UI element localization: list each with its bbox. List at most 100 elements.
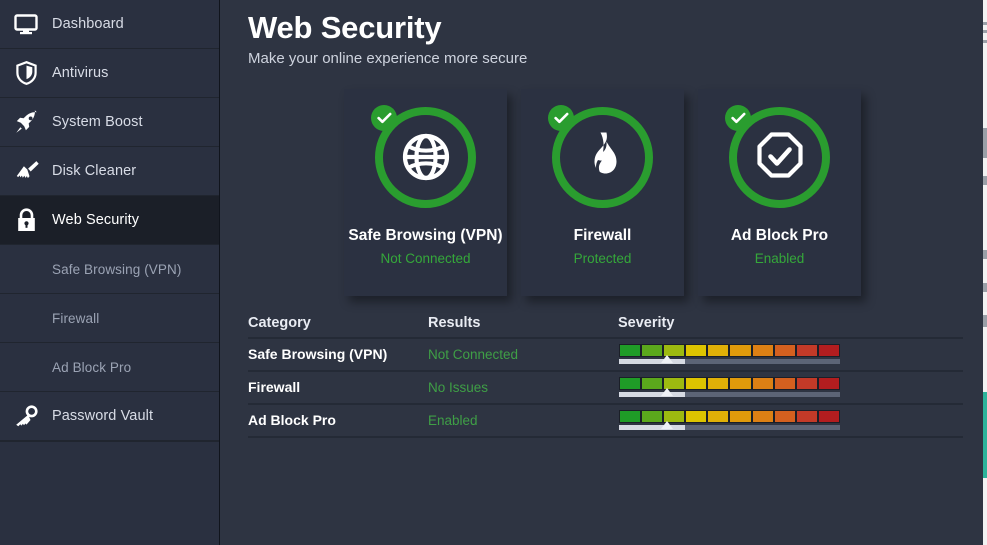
edge-tick <box>983 22 987 25</box>
card-status: Protected <box>573 251 632 267</box>
severity-slider-track[interactable] <box>619 355 840 365</box>
severity-segment <box>796 411 817 423</box>
table-row[interactable]: Safe Browsing (VPN) Not Connected <box>248 339 963 372</box>
severity-segments <box>619 410 840 424</box>
severity-segment <box>730 345 751 357</box>
check-icon <box>371 104 397 131</box>
status-ring <box>548 104 653 208</box>
sidebar-item-label: Disk Cleaner <box>52 163 137 179</box>
severity-slider-track[interactable] <box>619 388 840 398</box>
sidebar-item-label: System Boost <box>52 114 143 130</box>
sidebar-item-dashboard[interactable]: Dashboard <box>0 0 219 49</box>
sidebar-item-label: Web Security <box>52 212 140 228</box>
cell-severity <box>618 377 963 398</box>
card-status: Not Connected <box>380 251 471 267</box>
check-icon <box>548 104 574 131</box>
sidebar-item-label: Dashboard <box>52 16 124 32</box>
background-window-edge <box>983 0 987 545</box>
severity-slider-fill <box>619 425 686 431</box>
sidebar-item-safe-browsing-vpn[interactable]: Safe Browsing (VPN) <box>0 245 219 294</box>
severity-segment <box>708 411 729 423</box>
shield-icon <box>0 61 52 85</box>
table-row[interactable]: Ad Block Pro Enabled <box>248 405 963 438</box>
cell-category: Ad Block Pro <box>248 412 336 429</box>
cell-result: No Issues <box>428 379 489 395</box>
edge-tick <box>983 283 987 292</box>
table-body: Safe Browsing (VPN) Not Connected Firewall… <box>248 339 963 438</box>
severity-segment <box>796 345 817 357</box>
severity-segment <box>752 345 773 357</box>
sidebar-item-label: Password Vault <box>52 408 154 424</box>
sidebar-item-antivirus[interactable]: Antivirus <box>0 49 219 98</box>
page-subtitle: Make your online experience more secure <box>248 49 528 67</box>
sidebar-navigation: Dashboard Antivirus System Boost Disk Cl… <box>0 0 220 545</box>
severity-segment <box>686 378 707 390</box>
severity-segment <box>686 411 707 423</box>
sidebar-item-label: Antivirus <box>52 65 109 81</box>
status-card-firewall[interactable]: Firewall Protected <box>521 88 684 296</box>
rocket-icon <box>0 109 52 135</box>
severity-segment <box>774 378 795 390</box>
severity-segments <box>619 377 840 391</box>
card-title: Safe Browsing (VPN) <box>348 226 503 244</box>
sidebar-empty-space <box>0 441 219 545</box>
severity-meter[interactable] <box>619 377 840 398</box>
table-row[interactable]: Firewall No Issues <box>248 372 963 405</box>
sidebar-item-system-boost[interactable]: System Boost <box>0 98 219 147</box>
sidebar-item-label: Ad Block Pro <box>52 359 132 375</box>
severity-segment <box>686 345 707 357</box>
severity-segment <box>774 345 795 357</box>
severity-segment <box>730 378 751 390</box>
severity-segment <box>730 411 751 423</box>
cell-severity <box>618 344 963 365</box>
severity-slider-fill <box>619 392 686 398</box>
card-title: Firewall <box>573 226 632 244</box>
edge-tick <box>983 30 987 33</box>
cell-severity <box>618 410 963 431</box>
sidebar-item-disk-cleaner[interactable]: Disk Cleaner <box>0 147 219 196</box>
severity-segment <box>620 345 641 357</box>
severity-segment <box>818 345 839 357</box>
severity-slider-knob[interactable] <box>660 421 673 430</box>
severity-slider-knob[interactable] <box>660 388 673 397</box>
key-icon <box>0 405 52 427</box>
status-card-ad-block-pro[interactable]: Ad Block Pro Enabled <box>698 88 861 296</box>
monitor-icon <box>0 13 52 35</box>
edge-tick <box>983 40 987 43</box>
severity-segment <box>752 378 773 390</box>
severity-slider-track[interactable] <box>619 421 840 431</box>
severity-segment <box>796 378 817 390</box>
sidebar-item-password-vault[interactable]: Password Vault <box>0 392 219 441</box>
severity-slider-knob[interactable] <box>660 355 673 364</box>
severity-segment <box>642 411 663 423</box>
severity-segment <box>774 411 795 423</box>
sidebar-item-ad-block-pro[interactable]: Ad Block Pro <box>0 343 219 392</box>
application-window: Dashboard Antivirus System Boost Disk Cl… <box>0 0 983 545</box>
sidebar-item-web-security[interactable]: Web Security <box>0 196 219 245</box>
severity-segment <box>752 411 773 423</box>
severity-segment <box>708 345 729 357</box>
cell-result: Enabled <box>428 412 478 428</box>
edge-scroll-thumb[interactable] <box>983 128 987 158</box>
cell-result: Not Connected <box>428 346 519 362</box>
severity-segment <box>818 378 839 390</box>
severity-segments <box>619 344 840 358</box>
status-card-group: Safe Browsing (VPN) Not Connected Firewa… <box>344 88 959 296</box>
edge-tick <box>983 315 987 327</box>
status-ring <box>725 104 830 208</box>
table-header-row: Category Results Severity <box>248 310 963 339</box>
severity-meter[interactable] <box>619 344 840 365</box>
page-title: Web Security <box>248 10 442 45</box>
sidebar-item-label: Safe Browsing (VPN) <box>52 261 182 277</box>
cell-category: Firewall <box>248 379 301 396</box>
column-header-severity: Severity <box>618 315 675 332</box>
edge-accent-bar <box>983 392 987 478</box>
cell-category: Safe Browsing (VPN) <box>248 346 388 363</box>
sidebar-item-label: Firewall <box>52 310 100 326</box>
severity-segment <box>620 411 641 423</box>
status-card-safe-browsing[interactable]: Safe Browsing (VPN) Not Connected <box>344 88 507 296</box>
sidebar-item-firewall[interactable]: Firewall <box>0 294 219 343</box>
padlock-icon <box>0 207 52 233</box>
edge-tick <box>983 176 987 185</box>
severity-meter[interactable] <box>619 410 840 431</box>
